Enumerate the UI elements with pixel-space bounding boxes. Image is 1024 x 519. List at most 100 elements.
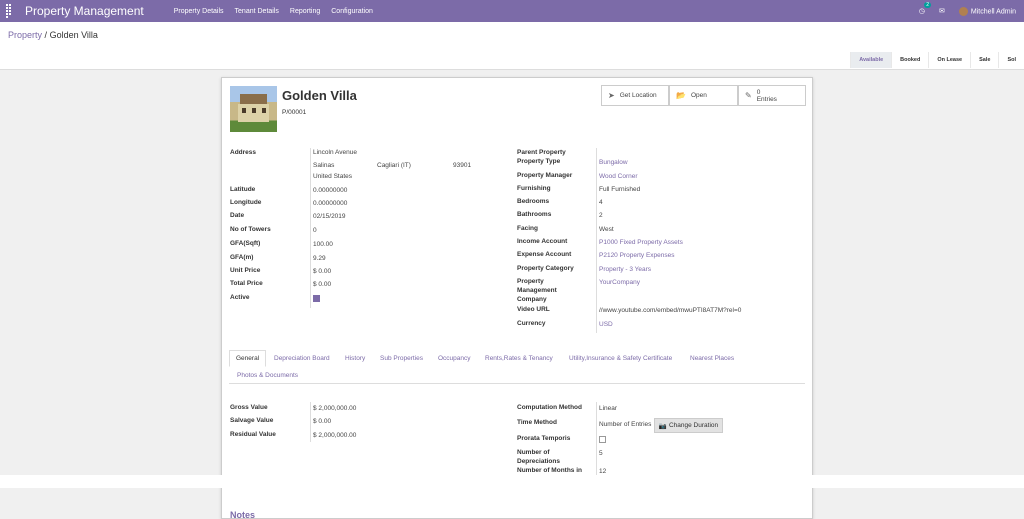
field-separator <box>596 402 597 476</box>
activity-icon[interactable]: ◷ 2 <box>919 2 931 15</box>
parent-property-label: Parent Property <box>517 149 566 156</box>
company-label-1: Property <box>517 278 544 285</box>
total-price-field[interactable]: $ 0.00 <box>313 281 331 288</box>
prorata-temporis-label: Prorata Temporis <box>517 435 571 442</box>
roof <box>240 94 267 104</box>
get-location-button[interactable]: ➤ Get Location <box>601 85 669 106</box>
status-on-lease[interactable]: On Lease <box>928 52 971 68</box>
entries-label: Entries <box>756 95 777 103</box>
date-field[interactable]: 02/15/2019 <box>313 213 346 220</box>
property-type-field[interactable]: Bungalow <box>599 159 628 166</box>
tab-utility-insurance-safety[interactable]: Utility,Insurance & Safety Certificate <box>569 355 672 362</box>
menu-configuration[interactable]: Configuration <box>331 8 373 15</box>
num-depreciations-field[interactable]: 5 <box>599 450 603 457</box>
income-account-field[interactable]: P1000 Fixed Property Assets <box>599 239 683 246</box>
menu-reporting[interactable]: Reporting <box>290 8 320 15</box>
status-sale[interactable]: Sale <box>970 52 999 68</box>
towers-label: No of Towers <box>230 226 271 233</box>
status-available[interactable]: Available <box>850 52 892 68</box>
notebook-tabs: General Depreciation Board History Sub P… <box>229 350 805 384</box>
longitude-field[interactable]: 0.00000000 <box>313 200 347 207</box>
form-sheet: Golden Villa P/00001 ➤ Get Location 📂 Op… <box>221 77 813 519</box>
app-title[interactable]: Property Management <box>25 4 144 18</box>
zip-field[interactable]: 93901 <box>453 162 471 169</box>
property-ref: P/00001 <box>282 109 307 116</box>
field-separator <box>596 148 597 333</box>
currency-label: Currency <box>517 320 546 327</box>
gfa-sqft-field[interactable]: 100.00 <box>313 241 333 248</box>
tab-rents-rates-tenancy[interactable]: Rents,Rates & Tenancy <box>485 355 553 362</box>
apps-menu-icon[interactable] <box>6 4 13 18</box>
bathrooms-field[interactable]: 2 <box>599 212 603 219</box>
salvage-value-field[interactable]: $ 0.00 <box>313 418 331 425</box>
change-duration-button[interactable]: 📷 Change Duration <box>654 418 723 433</box>
unit-price-field[interactable]: $ 0.00 <box>313 268 331 275</box>
video-url-field[interactable]: //www.youtube.com/embed/mwuPTI8AT7M?rel=… <box>599 307 741 314</box>
company-label-2: Management <box>517 287 557 294</box>
breadcrumb-property[interactable]: Property <box>8 30 42 40</box>
residual-value-field[interactable]: $ 2,000,000.00 <box>313 432 356 439</box>
tab-general[interactable]: General <box>229 350 267 367</box>
window <box>252 108 256 113</box>
gfa-sqft-label: GFA(Sqft) <box>230 240 261 247</box>
computation-method-field[interactable]: Linear <box>599 405 617 412</box>
street-field[interactable]: Lincoln Avenue <box>313 149 357 156</box>
gross-value-field[interactable]: $ 2,000,000.00 <box>313 405 356 412</box>
time-method-field[interactable]: Number of Entries <box>599 421 651 428</box>
open-button[interactable]: 📂 Open <box>669 85 738 106</box>
breadcrumb: Property / Golden Villa <box>8 30 98 40</box>
company-field[interactable]: YourCompany <box>599 279 640 286</box>
facing-field[interactable]: West <box>599 226 614 233</box>
gfa-m-label: GFA(m) <box>230 254 254 261</box>
entries-button[interactable]: ✎ 0 Entries <box>738 85 806 106</box>
city-field[interactable]: Salinas <box>313 162 334 169</box>
tab-photos-documents[interactable]: Photos & Documents <box>237 372 298 379</box>
systray: ◷ 2 ✉ Mitchell Admin <box>919 0 1016 22</box>
bedrooms-field[interactable]: 4 <box>599 199 603 206</box>
property-image[interactable] <box>230 86 277 132</box>
gfa-m-field[interactable]: 9.29 <box>313 255 326 262</box>
towers-field[interactable]: 0 <box>313 227 317 234</box>
tab-nearest-places[interactable]: Nearest Places <box>690 355 734 362</box>
chat-icon[interactable]: ✉ <box>939 7 945 15</box>
user-menu[interactable]: Mitchell Admin <box>958 6 1016 16</box>
furnishing-field[interactable]: Full Furnished <box>599 186 640 193</box>
bedrooms-label: Bedrooms <box>517 198 550 205</box>
status-bar: Available Booked On Lease Sale Sol <box>850 52 1024 68</box>
total-price-label: Total Price <box>230 280 263 287</box>
salvage-value-label: Salvage Value <box>230 417 274 424</box>
field-separator <box>310 402 311 442</box>
open-label: Open <box>690 92 707 99</box>
prorata-temporis-checkbox[interactable] <box>599 436 606 443</box>
active-checkbox[interactable] <box>313 295 320 302</box>
property-manager-label: Property Manager <box>517 172 573 179</box>
company-label-3: Company <box>517 296 547 303</box>
gross-value-label: Gross Value <box>230 404 268 411</box>
property-category-field[interactable]: Property - 3 Years <box>599 266 651 273</box>
months-field[interactable]: 12 <box>599 468 606 475</box>
entries-count: 0 <box>756 88 761 96</box>
window <box>242 108 246 113</box>
longitude-label: Longitude <box>230 199 262 206</box>
menu-tenant-details[interactable]: Tenant Details <box>235 8 279 15</box>
state-field[interactable]: Cagliari (IT) <box>377 162 411 169</box>
status-booked[interactable]: Booked <box>891 52 929 68</box>
menu-property-details[interactable]: Property Details <box>174 8 224 15</box>
user-name: Mitchell Admin <box>970 7 1016 15</box>
tab-occupancy[interactable]: Occupancy <box>438 355 471 362</box>
expense-account-field[interactable]: P2120 Property Expenses <box>599 252 675 259</box>
property-manager-field[interactable]: Wood Corner <box>599 173 638 180</box>
tab-sub-properties[interactable]: Sub Properties <box>380 355 423 362</box>
window <box>262 108 266 113</box>
latitude-field[interactable]: 0.00000000 <box>313 187 347 194</box>
tab-depreciation-board[interactable]: Depreciation Board <box>274 355 330 362</box>
status-sold[interactable]: Sol <box>998 52 1024 68</box>
tab-history[interactable]: History <box>345 355 365 362</box>
active-label: Active <box>230 294 250 301</box>
property-title[interactable]: Golden Villa <box>282 88 357 103</box>
country-field[interactable]: United States <box>313 173 352 180</box>
entries-text: 0 Entries <box>757 89 777 103</box>
main-menu: Property Details Tenant Details Reportin… <box>174 8 373 15</box>
avatar <box>958 6 968 16</box>
currency-field[interactable]: USD <box>599 321 613 328</box>
